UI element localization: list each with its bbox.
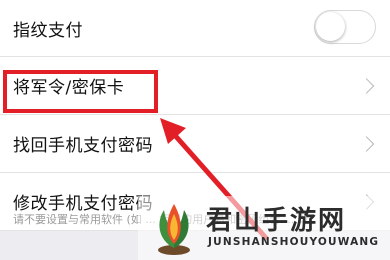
watermark-subtitle: JUNSHANSHOUYOUWANG (208, 236, 380, 248)
payment-security-settings: 指纹支付 将军令/密保卡 找回手机支付密码 修改手机支付密码 请不要设置与常用软… (0, 0, 390, 260)
watermark: 君山手游网 JUNSHANSHOUYOUWANG (138, 196, 390, 260)
watermark-title: 君山手游网 (206, 206, 347, 236)
flame-leaf-logo-icon (158, 204, 190, 255)
